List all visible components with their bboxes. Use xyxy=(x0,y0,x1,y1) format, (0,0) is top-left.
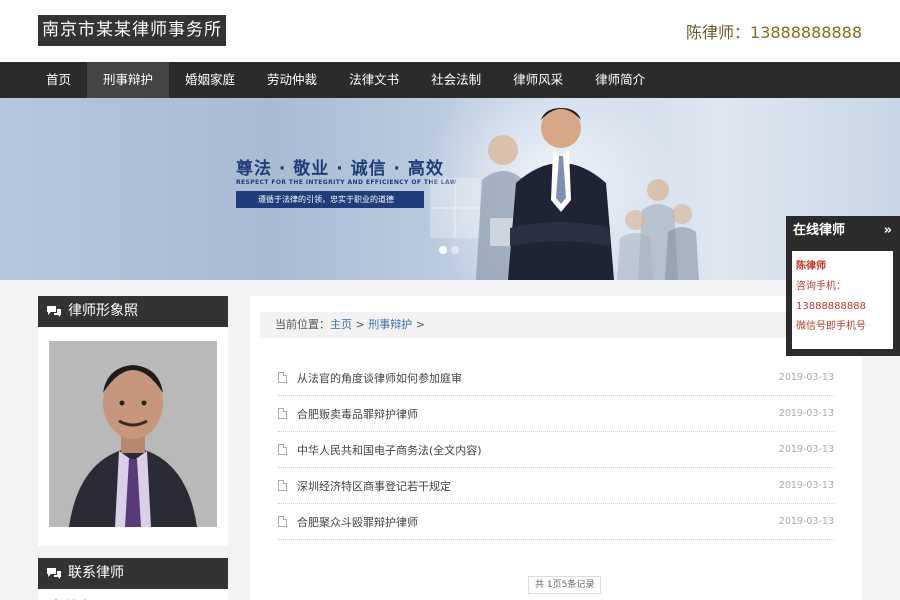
list-item[interactable]: 中华人民共和国电子商务法(全文内容) 2019-03-13 xyxy=(278,432,834,468)
collapse-arrow-icon[interactable]: » xyxy=(884,216,892,246)
list-item[interactable]: 合肥聚众斗殴罪辩护律师 2019-03-13 xyxy=(278,504,834,540)
online-phone-label: 咨询手机： xyxy=(796,281,846,292)
chat-bubbles-icon xyxy=(47,568,61,579)
document-icon xyxy=(278,516,287,527)
article-date: 2019-03-13 xyxy=(778,408,834,419)
nav-item-home[interactable]: 首页 xyxy=(30,62,87,98)
online-panel-body: 陈律师 咨询手机： 13888888888 微信号即手机号 xyxy=(792,251,893,349)
document-icon xyxy=(278,444,287,455)
nav-item-lawyer-style[interactable]: 律师风采 xyxy=(497,62,579,98)
article-date: 2019-03-13 xyxy=(778,516,834,527)
list-item[interactable]: 从法官的角度谈律师如何参加庭审 2019-03-13 xyxy=(278,360,834,396)
phone-label: 陈律师： xyxy=(686,23,751,42)
sidebar-photo-header: 律师形象照 xyxy=(38,296,228,327)
slide-dot-1[interactable] xyxy=(439,246,447,254)
article-date: 2019-03-13 xyxy=(778,444,834,455)
nav-item-labor-arbitration[interactable]: 劳动仲裁 xyxy=(251,62,333,98)
breadcrumb-current-link[interactable]: 刑事辩护 xyxy=(368,318,412,331)
site-logo[interactable]: 南京市某某律师事务所 xyxy=(38,15,226,46)
banner-slide-dots xyxy=(439,246,459,254)
article-title[interactable]: 中华人民共和国电子商务法(全文内容) xyxy=(297,442,779,458)
document-icon xyxy=(278,480,287,491)
lawyer-portrait xyxy=(49,341,217,527)
sidebar-photo-panel xyxy=(38,327,228,546)
article-title[interactable]: 合肥聚众斗殴罪辩护律师 xyxy=(297,514,779,530)
document-icon xyxy=(278,372,287,383)
banner-slogan-bar: 遵循于法律的引领，忠实于职业的道德 xyxy=(236,191,424,208)
nav-item-social-law[interactable]: 社会法制 xyxy=(415,62,497,98)
sidebar-contact-title: 联系律师 xyxy=(68,565,124,581)
nav-item-legal-documents[interactable]: 法律文书 xyxy=(333,62,415,98)
list-item[interactable]: 合肥贩卖毒品罪辩护律师 2019-03-13 xyxy=(278,396,834,432)
nav-item-lawyer-intro[interactable]: 律师简介 xyxy=(579,62,661,98)
online-panel-header: 在线律师 » xyxy=(786,216,900,246)
online-panel-title: 在线律师 xyxy=(793,223,846,238)
breadcrumb: 当前位置：主页 > 刑事辩护 > xyxy=(260,312,842,338)
main-nav: 首页 刑事辩护 婚姻家庭 劳动仲裁 法律文书 社会法制 律师风采 律师简介 xyxy=(0,62,900,98)
article-title[interactable]: 合肥贩卖毒品罪辩护律师 xyxy=(297,406,779,422)
article-title[interactable]: 从法官的角度谈律师如何参加庭审 xyxy=(297,370,779,386)
breadcrumb-home-link[interactable]: 主页 xyxy=(330,318,352,331)
document-icon xyxy=(278,408,287,419)
banner-slogan: 尊法 · 敬业 · 诚信 · 高效 xyxy=(236,159,444,179)
online-lawyer-name: 陈律师 xyxy=(796,261,826,272)
breadcrumb-separator: > xyxy=(352,318,369,331)
sidebar-photo-title: 律师形象照 xyxy=(68,303,138,319)
online-phone-number[interactable]: 13888888888 xyxy=(796,297,889,317)
portrait-image xyxy=(49,341,217,527)
sidebar-contact-header: 联系律师 xyxy=(38,558,228,589)
phone-number: 13888888888 xyxy=(750,23,862,42)
breadcrumb-separator: > xyxy=(412,318,425,331)
pagination-info: 共 1页5条记录 xyxy=(528,576,602,594)
main-content: 当前位置：主页 > 刑事辩护 > 从法官的角度谈律师如何参加庭审 2019-03-… xyxy=(250,296,862,600)
chat-bubbles-icon xyxy=(47,306,61,317)
breadcrumb-prefix: 当前位置： xyxy=(275,318,330,331)
contact-lawyer-name: 陈律师 xyxy=(38,589,228,600)
nav-item-marriage-family[interactable]: 婚姻家庭 xyxy=(169,62,251,98)
online-wechat-note: 微信号即手机号 xyxy=(796,321,866,332)
sidebar: 律师形象照 联系律师 陈律师 xyxy=(38,296,228,600)
article-title[interactable]: 深圳经济特区商事登记若干规定 xyxy=(297,478,779,494)
article-list: 从法官的角度谈律师如何参加庭审 2019-03-13 合肥贩卖毒品罪辩护律师 201… xyxy=(278,360,834,540)
banner-people-illustration xyxy=(430,108,699,280)
header: 南京市某某律师事务所 陈律师：13888888888 xyxy=(0,0,900,62)
hero-banner[interactable]: 尊法 · 敬业 · 诚信 · 高效 RESPECT FOR THE INTEGR… xyxy=(0,98,900,280)
banner-slogan-en: RESPECT FOR THE INTEGRITY AND EFFICIENCY… xyxy=(236,179,457,186)
slide-dot-2[interactable] xyxy=(451,246,459,254)
nav-item-criminal-defense[interactable]: 刑事辩护 xyxy=(87,62,170,98)
header-phone: 陈律师：13888888888 xyxy=(686,19,862,43)
article-date: 2019-03-13 xyxy=(778,480,834,491)
online-lawyer-panel: 在线律师 » 陈律师 咨询手机： 13888888888 微信号即手机号 xyxy=(786,216,900,356)
article-date: 2019-03-13 xyxy=(778,372,834,383)
list-item[interactable]: 深圳经济特区商事登记若干规定 2019-03-13 xyxy=(278,468,834,504)
